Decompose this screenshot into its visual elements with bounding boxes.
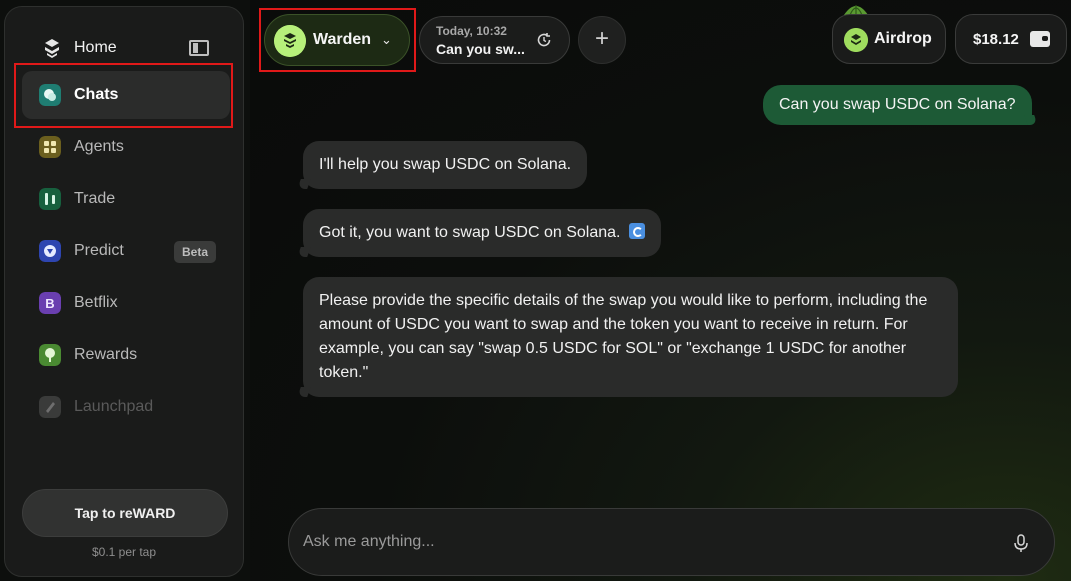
assistant-message: Please provide the specific details of t… xyxy=(303,277,958,397)
sidebar-item-label: Agents xyxy=(74,138,124,155)
wallet-button[interactable]: $18.12 xyxy=(955,14,1067,64)
assistant-message-text: Please provide the specific details of t… xyxy=(319,292,928,381)
assistant-message-text: I'll help you swap USDC on Solana. xyxy=(319,156,572,173)
sidebar: Home Chats Agents Trade Predict Beta B B… xyxy=(4,6,244,577)
agent-selector[interactable]: Warden ⌄ xyxy=(264,14,410,66)
svg-text:B: B xyxy=(45,296,54,311)
sidebar-item-agents[interactable]: Agents xyxy=(22,123,230,171)
history-icon[interactable] xyxy=(536,32,552,48)
reward-rate-text: $0.1 per tap xyxy=(91,545,157,559)
chat-title: Can you sw... xyxy=(436,41,525,57)
assistant-message-text: Got it, you want to swap USDC on Solana. xyxy=(319,224,621,241)
sidebar-item-label: Betflix xyxy=(74,294,118,311)
sidebar-item-label: Trade xyxy=(74,190,116,207)
sidebar-item-rewards[interactable]: Rewards xyxy=(22,331,230,379)
sidebar-item-predict[interactable]: Predict Beta xyxy=(22,227,230,275)
wallet-icon xyxy=(1030,31,1050,47)
airdrop-label: Airdrop xyxy=(874,30,932,47)
wallet-balance: $18.12 xyxy=(973,31,1019,48)
sidebar-item-launchpad: Launchpad xyxy=(22,383,230,431)
betflix-icon: B xyxy=(39,292,61,314)
sidebar-item-label: Launchpad xyxy=(74,398,154,415)
assistant-message: I'll help you swap USDC on Solana. xyxy=(303,141,588,189)
airdrop-button[interactable]: Airdrop xyxy=(832,14,946,64)
beta-badge: Beta xyxy=(174,241,216,263)
sidebar-item-betflix[interactable]: B Betflix xyxy=(22,279,230,327)
sidebar-item-label: Rewards xyxy=(74,346,138,363)
predict-icon xyxy=(39,240,61,262)
microphone-icon[interactable] xyxy=(1011,533,1031,553)
chats-icon xyxy=(39,84,61,106)
refresh-emoji-icon xyxy=(628,223,645,239)
rewards-icon xyxy=(39,344,61,366)
chat-timestamp: Today, 10:32 xyxy=(436,24,507,38)
sidebar-home-label[interactable]: Home xyxy=(74,39,117,57)
agents-icon xyxy=(39,136,61,158)
launchpad-icon xyxy=(39,396,61,418)
sidebar-item-label: Chats xyxy=(74,86,119,103)
sidebar-item-label: Predict xyxy=(74,242,124,259)
assistant-message: Got it, you want to swap USDC on Solana. xyxy=(303,209,661,257)
sidebar-item-trade[interactable]: Trade xyxy=(22,175,230,223)
user-message: Can you swap USDC on Solana? xyxy=(763,85,1032,125)
new-chat-button[interactable]: + xyxy=(578,16,626,64)
airdrop-icon xyxy=(844,28,868,52)
sidebar-item-chats[interactable]: Chats xyxy=(22,71,230,119)
trade-icon xyxy=(39,188,61,210)
chat-input[interactable] xyxy=(303,527,983,557)
collapse-sidebar-icon[interactable] xyxy=(189,40,209,56)
tap-to-reward-button[interactable]: Tap to reWARD xyxy=(22,489,228,537)
warden-logo-icon[interactable] xyxy=(41,37,63,59)
sidebar-header: Home xyxy=(5,7,243,63)
chevron-down-icon: ⌄ xyxy=(381,32,392,47)
agent-name: Warden xyxy=(313,31,372,48)
current-chat-selector[interactable]: Today, 10:32 Can you sw... xyxy=(419,16,570,64)
warden-agent-icon xyxy=(274,25,306,57)
chat-input-bar xyxy=(288,508,1055,576)
